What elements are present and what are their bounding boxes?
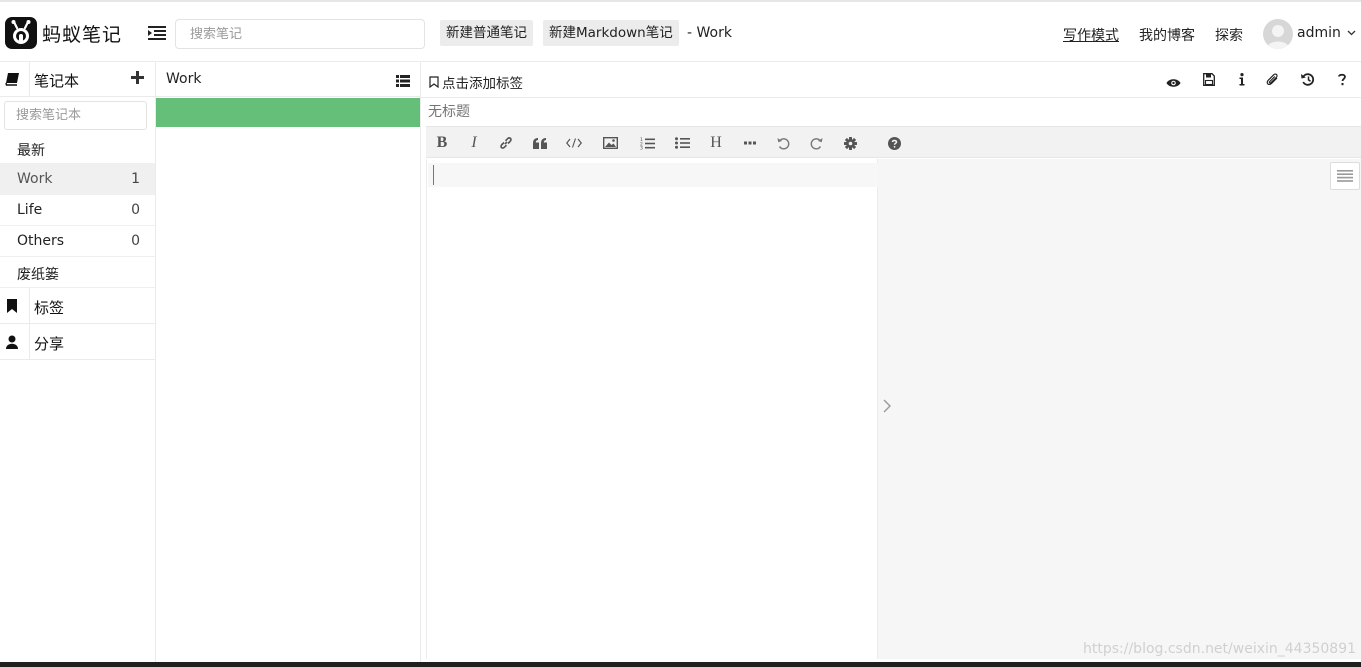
note-list-panel: Work — [156, 62, 421, 667]
notebook-item-work[interactable]: Work 1 — [0, 164, 155, 195]
add-tag-button[interactable]: 点击添加标签 — [429, 72, 523, 92]
notebook-name: 最新 — [17, 143, 45, 159]
bold-icon[interactable]: B — [431, 133, 453, 153]
divider — [29, 288, 30, 324]
notebook-sidebar: 笔记本 最新 Work 1 Life 0 Others 0 废纸篓 标签 分享 — [0, 62, 156, 667]
bookmark-icon — [6, 299, 18, 316]
notebook-count: 0 — [131, 202, 140, 218]
eye-icon[interactable] — [1166, 75, 1181, 91]
add-tag-label: 点击添加标签 — [442, 76, 523, 92]
bookmark-outline-icon — [429, 76, 439, 88]
toc-menu-icon[interactable] — [1330, 162, 1360, 190]
my-blog-link[interactable]: 我的博客 — [1139, 25, 1195, 45]
info-icon[interactable] — [1239, 73, 1245, 89]
tags-label: 标签 — [34, 299, 65, 317]
current-notebook-label: - Work — [687, 25, 732, 41]
avatar[interactable] — [1263, 19, 1293, 49]
toggle-sidebar-icon[interactable] — [148, 26, 168, 42]
editor-panel: 点击添加标签 B I — [421, 62, 1361, 667]
new-markdown-note-button[interactable]: 新建Markdown笔记 — [543, 20, 679, 46]
list-view-icon[interactable] — [396, 74, 410, 90]
heading-label: H — [710, 134, 722, 151]
notebook-item-trash[interactable]: 废纸篓 — [0, 257, 155, 288]
notebook-count: 1 — [131, 171, 140, 187]
redo-icon[interactable] — [805, 133, 827, 153]
notebook-item-latest[interactable]: 最新 — [0, 133, 155, 164]
code-icon[interactable] — [563, 133, 585, 153]
note-list-header: Work — [156, 62, 420, 97]
chevron-right-icon[interactable] — [883, 399, 891, 416]
notebook-item-others[interactable]: Others 0 — [0, 226, 155, 257]
notebooks-label: 笔记本 — [34, 72, 80, 90]
note-list-item[interactable] — [156, 98, 420, 127]
active-line — [428, 163, 878, 187]
markdown-toolbar: B I 123 H — [426, 126, 1361, 158]
top-header: 蚂蚁笔记 新建普通笔记 新建Markdown笔记 - Work 写作模式 我的博… — [0, 0, 1361, 62]
notebook-name: Others — [17, 233, 65, 249]
notebook-item-life[interactable]: Life 0 — [0, 195, 155, 226]
ant-logo-icon — [5, 17, 37, 49]
paperclip-icon[interactable] — [1266, 73, 1280, 90]
sidebar-section-tags[interactable]: 标签 — [0, 288, 155, 324]
divider — [29, 62, 30, 97]
user-menu[interactable]: admin — [1297, 25, 1356, 41]
username-label: admin — [1297, 25, 1341, 41]
settings-gear-icon[interactable] — [839, 133, 861, 153]
notebooks-header[interactable]: 笔记本 — [0, 62, 155, 97]
notebook-search-input[interactable] — [4, 101, 147, 130]
user-icon — [6, 335, 18, 352]
chevron-down-icon — [1347, 30, 1356, 36]
notebook-name: Work — [17, 171, 53, 187]
help-icon[interactable] — [1338, 73, 1346, 89]
heading-icon[interactable]: H — [705, 133, 727, 153]
new-normal-note-button[interactable]: 新建普通笔记 — [440, 20, 533, 46]
bottom-border — [0, 662, 1361, 667]
ordered-list-icon[interactable]: 123 — [636, 133, 658, 153]
sidebar-section-share[interactable]: 分享 — [0, 324, 155, 360]
logo-text: 蚂蚁笔记 — [42, 23, 123, 46]
divider — [29, 324, 30, 360]
book-icon — [5, 72, 20, 89]
quote-icon[interactable] — [529, 133, 551, 153]
notebook-name: Life — [17, 202, 43, 218]
unordered-list-icon[interactable] — [671, 133, 693, 153]
write-mode-link[interactable]: 写作模式 — [1063, 25, 1119, 45]
share-label: 分享 — [34, 335, 65, 353]
notebook-name: 废纸篓 — [17, 267, 59, 283]
note-title-input[interactable] — [428, 104, 1328, 120]
save-icon[interactable] — [1203, 73, 1215, 89]
italic-icon[interactable]: I — [463, 133, 485, 153]
text-caret — [433, 165, 434, 185]
link-icon[interactable] — [495, 133, 517, 153]
svg-text:3: 3 — [640, 145, 643, 149]
history-icon[interactable] — [1301, 73, 1315, 89]
question-circle-icon[interactable] — [883, 133, 905, 153]
add-notebook-icon[interactable] — [131, 70, 144, 86]
watermark-text: https://blog.csdn.net/weixin_44350891 — [1083, 641, 1357, 657]
notebook-count: 0 — [131, 233, 140, 249]
note-list-title: Work — [166, 71, 202, 87]
image-icon[interactable] — [599, 133, 621, 153]
search-notes-input[interactable] — [175, 19, 425, 49]
app-logo[interactable]: 蚂蚁笔记 — [5, 17, 122, 49]
undo-icon[interactable] — [772, 133, 794, 153]
explore-link[interactable]: 探索 — [1215, 25, 1243, 45]
markdown-source-editor[interactable] — [426, 159, 878, 659]
horizontal-rule-icon[interactable] — [739, 133, 761, 153]
markdown-preview — [878, 159, 1361, 659]
tag-bar: 点击添加标签 — [421, 62, 1361, 98]
